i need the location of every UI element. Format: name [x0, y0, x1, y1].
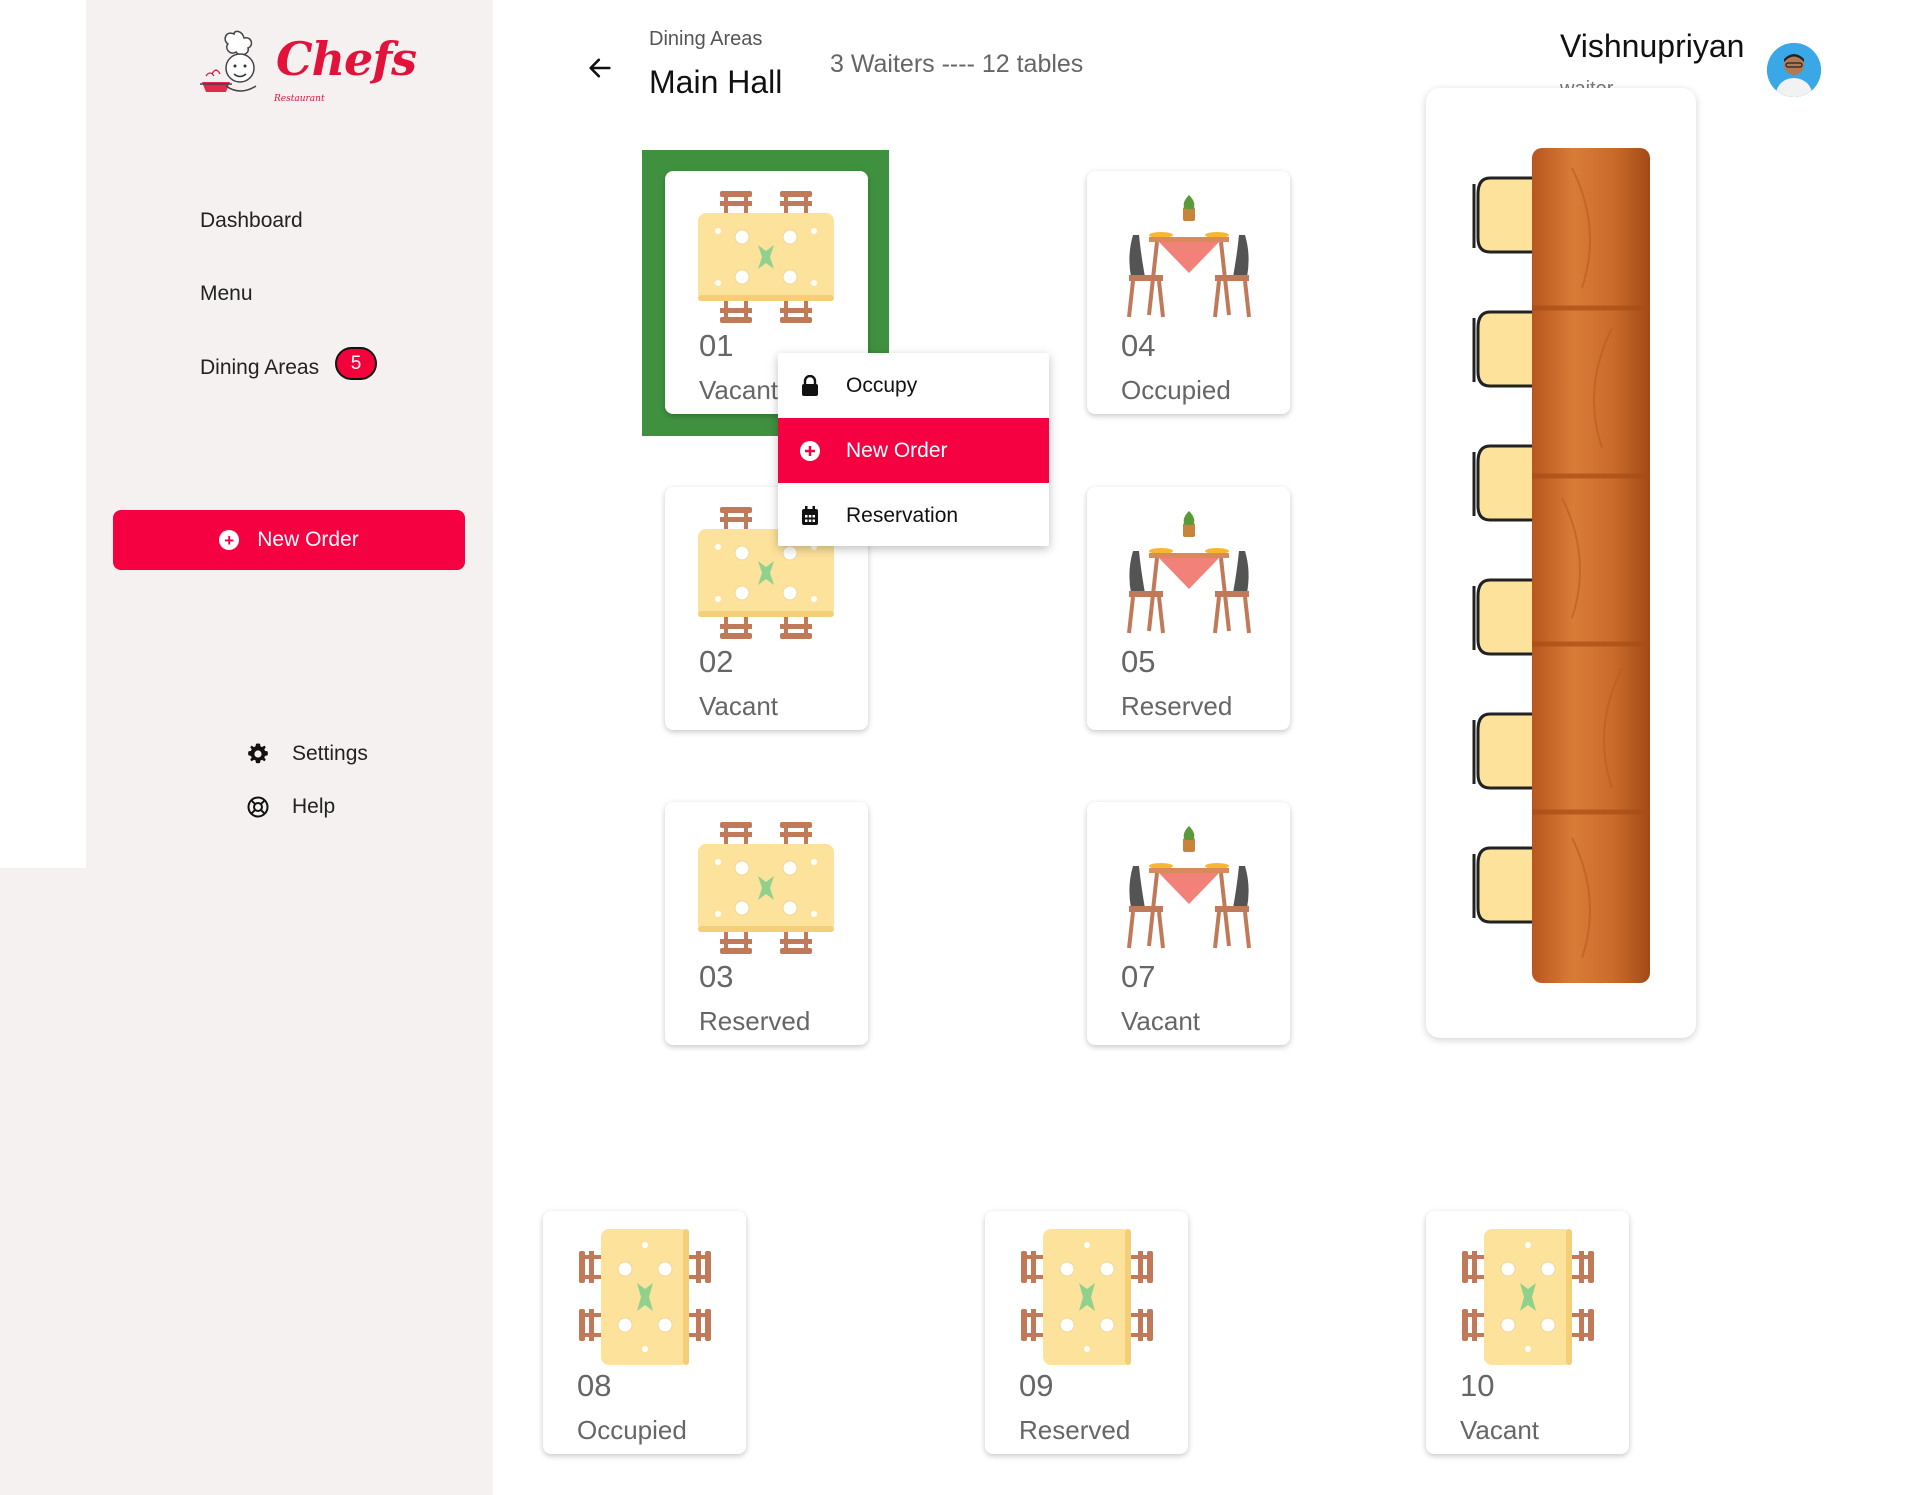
- nav-dining-areas[interactable]: Dining Areas: [200, 356, 319, 380]
- lifebuoy-icon: [247, 796, 269, 818]
- table-card-08[interactable]: 08 Occupied: [543, 1211, 746, 1454]
- calendar-icon: [798, 504, 822, 528]
- table-status: Occupied: [577, 1415, 687, 1445]
- long-table-icon: [579, 1229, 711, 1365]
- menu-item-reservation[interactable]: Reservation: [778, 483, 1049, 548]
- table-status: Reserved: [699, 1006, 811, 1036]
- table-card-10[interactable]: 10 Vacant: [1426, 1211, 1629, 1454]
- menu-item-label: New Order: [846, 438, 948, 462]
- menu-item-occupy[interactable]: Occupy: [778, 353, 1049, 418]
- chef-icon: [200, 30, 257, 92]
- long-table-icon: [1021, 1229, 1153, 1365]
- long-table-icon: [1462, 1229, 1594, 1365]
- menu-item-label: Occupy: [846, 373, 918, 397]
- banquet-table-card[interactable]: [1426, 88, 1696, 1038]
- area-summary: 3 Waiters ---- 12 tables: [830, 50, 1084, 78]
- plus-circle-icon: [798, 439, 822, 463]
- back-arrow-icon[interactable]: [586, 54, 614, 82]
- square-table-icon: [698, 191, 834, 323]
- brand-tagline: Restaurant: [274, 94, 325, 104]
- banquet-table-icon: [1472, 148, 1650, 983]
- table-status: Reserved: [1121, 691, 1233, 721]
- settings-label: Settings: [292, 742, 368, 765]
- table-number: 04: [1121, 328, 1156, 363]
- table-number: 03: [699, 959, 734, 994]
- breadcrumb[interactable]: Dining Areas: [649, 28, 762, 51]
- table-card-07[interactable]: 07 Vacant: [1087, 802, 1290, 1045]
- nav-menu[interactable]: Menu: [200, 282, 253, 306]
- brand-name: Chefs: [276, 32, 417, 86]
- dining-set-icon: [1127, 195, 1251, 318]
- gear-icon: [248, 743, 268, 764]
- table-number: 10: [1460, 1368, 1495, 1403]
- menu-item-label: Reservation: [846, 503, 959, 527]
- avatar[interactable]: [1767, 43, 1821, 97]
- square-table-icon: [698, 822, 834, 954]
- table-number: 05: [1121, 644, 1156, 679]
- table-card-05[interactable]: 05 Reserved: [1087, 487, 1290, 730]
- sidebar-new-order-label: New Order: [257, 528, 359, 551]
- table-card-09[interactable]: 09 Reserved: [985, 1211, 1188, 1454]
- dining-areas-count-badge: 5: [335, 347, 377, 380]
- sidebar-strip: [0, 0, 86, 868]
- menu-item-new-order[interactable]: New Order: [778, 418, 1049, 483]
- table-status: Vacant: [699, 691, 779, 721]
- table-number: 01: [699, 328, 734, 363]
- table-card-03[interactable]: 03 Reserved: [665, 802, 868, 1045]
- sidebar-new-order-button[interactable]: + New Order: [113, 510, 465, 570]
- page-title: Main Hall: [649, 64, 783, 100]
- dining-set-icon: [1127, 511, 1251, 634]
- nav-dashboard[interactable]: Dashboard: [200, 209, 303, 233]
- table-context-menu: Occupy New Order Reservation: [778, 353, 1049, 546]
- help-label: Help: [292, 795, 336, 818]
- table-status: Reserved: [1019, 1415, 1131, 1445]
- user-name: Vishnupriyan: [1560, 28, 1745, 64]
- dining-set-icon: [1127, 826, 1251, 949]
- help-link[interactable]: Help: [246, 795, 335, 819]
- table-number: 08: [577, 1368, 612, 1403]
- table-status: Occupied: [1121, 375, 1231, 405]
- table-status: Vacant: [1121, 1006, 1201, 1036]
- table-number: 07: [1121, 959, 1156, 994]
- table-card-04[interactable]: 04 Occupied: [1087, 171, 1290, 414]
- plus-circle-icon: +: [219, 530, 240, 550]
- brand-logo[interactable]: Chefs Restaurant: [196, 26, 417, 108]
- settings-link[interactable]: Settings: [246, 742, 368, 766]
- table-status: Vacant: [1460, 1415, 1540, 1445]
- table-status: Vacant: [699, 375, 779, 405]
- table-number: 02: [699, 644, 734, 679]
- table-number: 09: [1019, 1368, 1054, 1403]
- lock-icon: [798, 374, 822, 398]
